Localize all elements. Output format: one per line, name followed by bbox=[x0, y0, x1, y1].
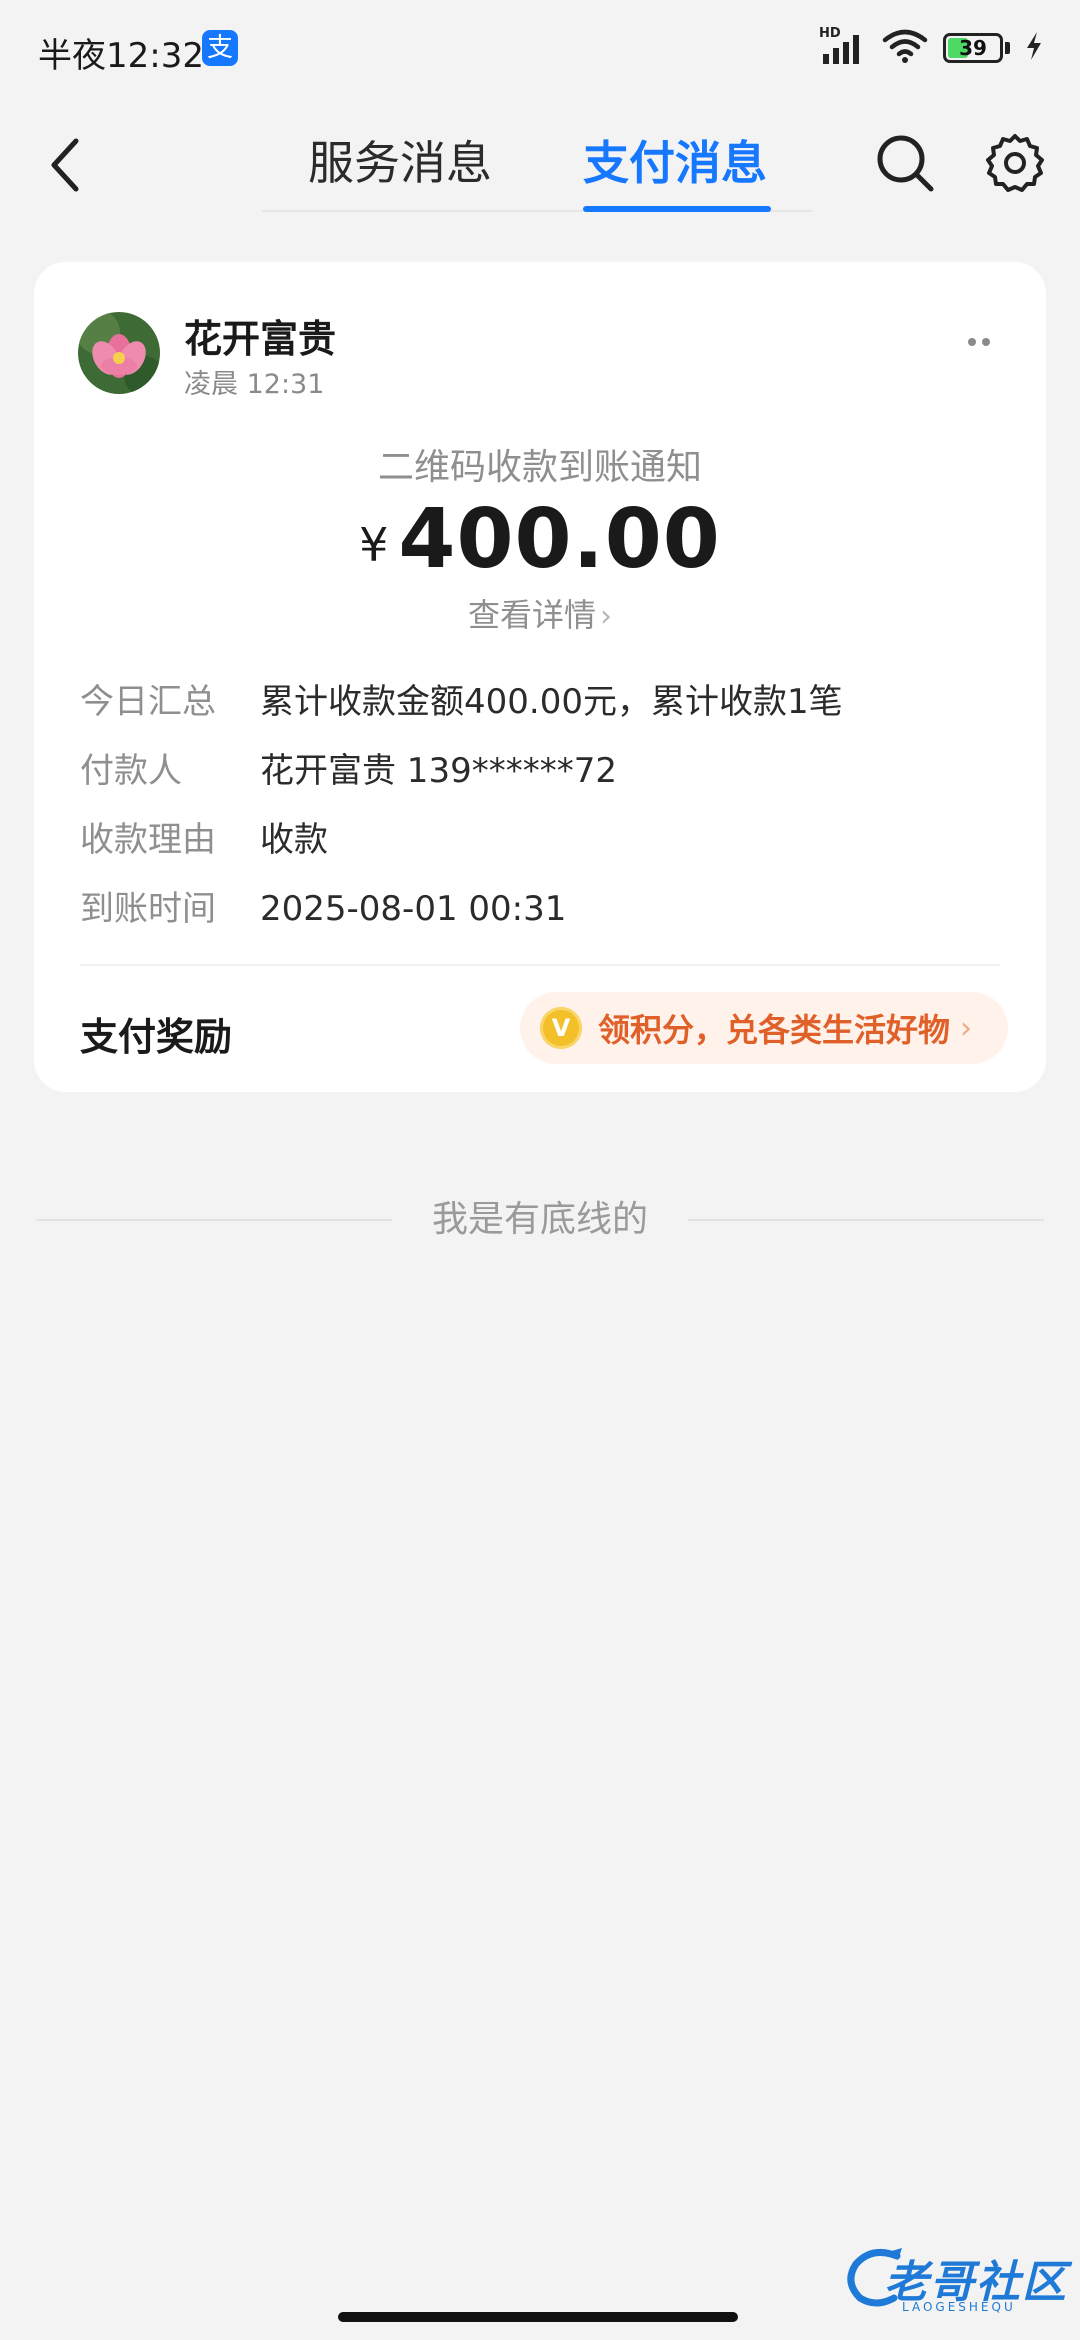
back-button[interactable] bbox=[36, 130, 96, 200]
member-v-icon: V bbox=[540, 1007, 582, 1049]
watermark-logo: 老哥社区 LAOGESHEQU bbox=[842, 2242, 1072, 2322]
amount-row: ¥400.00 bbox=[34, 492, 1046, 587]
active-tab-indicator bbox=[583, 206, 771, 212]
status-right: HD 39 bbox=[819, 26, 1044, 68]
tab-service-messages[interactable]: 服务消息 bbox=[308, 128, 492, 198]
more-options-button[interactable] bbox=[954, 322, 1004, 362]
battery-tip bbox=[1005, 42, 1010, 54]
info-value: 收款 bbox=[260, 820, 328, 860]
status-bar: 半夜12:32 支 HD 39 bbox=[0, 0, 1080, 100]
info-value: 累计收款金额400.00元，累计收款1笔 bbox=[260, 682, 843, 722]
view-details-link[interactable]: 查看详情 › bbox=[34, 590, 1046, 636]
payment-message-card[interactable]: 花开富贵 凌晨 12:31 二维码收款到账通知 ¥400.00 查看详情 › 今日… bbox=[34, 262, 1046, 1092]
gear-icon bbox=[986, 134, 1044, 192]
chevron-right-icon: › bbox=[960, 1010, 973, 1046]
info-label: 收款理由 bbox=[80, 820, 216, 860]
divider-line bbox=[688, 1219, 1044, 1221]
more-dot-icon bbox=[982, 338, 990, 346]
battery-body: 39 bbox=[943, 33, 1003, 63]
avatar[interactable] bbox=[78, 312, 160, 394]
status-time: 半夜12:32 bbox=[38, 36, 204, 76]
tab-payment-messages[interactable]: 支付消息 bbox=[583, 128, 767, 198]
info-label: 到账时间 bbox=[80, 889, 216, 929]
view-details-label: 查看详情 bbox=[467, 596, 596, 634]
search-button[interactable] bbox=[870, 128, 940, 198]
more-dot-icon bbox=[968, 338, 976, 346]
charging-icon bbox=[1024, 30, 1044, 66]
settings-button[interactable] bbox=[980, 128, 1050, 198]
watermark-subtext: LAOGESHEQU bbox=[902, 2300, 1016, 2314]
info-label: 付款人 bbox=[80, 751, 182, 791]
back-arrow-icon bbox=[51, 138, 79, 192]
info-value: 2025-08-01 00:31 bbox=[260, 889, 567, 929]
info-value: 花开富贵 139******72 bbox=[260, 751, 617, 791]
sender-name: 花开富贵 bbox=[184, 317, 337, 361]
reward-label: 支付奖励 bbox=[80, 1015, 233, 1059]
home-indicator[interactable] bbox=[338, 2312, 738, 2322]
header: 服务消息 支付消息 bbox=[0, 110, 1080, 220]
alipay-notification-icon: 支 bbox=[202, 30, 238, 66]
notice-title: 二维码收款到账通知 bbox=[377, 447, 702, 488]
wifi-icon bbox=[881, 28, 929, 68]
battery-icon: 39 bbox=[943, 33, 1010, 63]
reward-points-button[interactable]: V 领积分，兑各类生活好物 › bbox=[520, 992, 1008, 1064]
battery-level: 39 bbox=[959, 36, 987, 60]
card-divider bbox=[80, 964, 1000, 966]
search-icon bbox=[877, 135, 934, 192]
end-of-list: 我是有底线的 bbox=[36, 1190, 1044, 1250]
lotus-flower-avatar-icon bbox=[78, 312, 160, 394]
reward-text: 领积分，兑各类生活好物 bbox=[598, 1011, 951, 1049]
currency-symbol: ¥ bbox=[359, 518, 389, 572]
amount-value: 400.00 bbox=[398, 492, 721, 587]
chevron-right-icon: › bbox=[600, 599, 612, 634]
message-time: 凌晨 12:31 bbox=[184, 369, 325, 400]
info-label: 今日汇总 bbox=[80, 682, 216, 722]
signal-icon: HD bbox=[819, 26, 867, 66]
